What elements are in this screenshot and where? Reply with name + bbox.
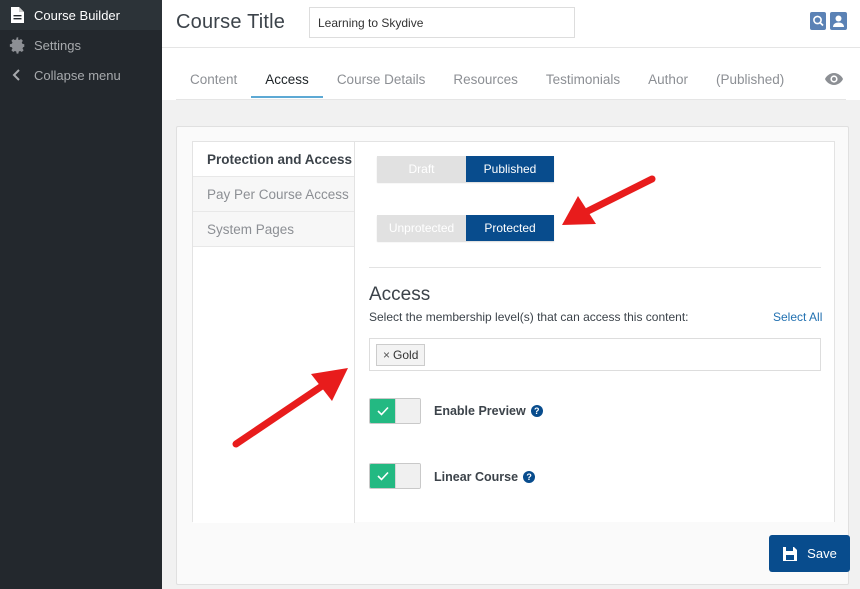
help-icon[interactable]: ?	[523, 471, 536, 483]
membership-tag-label: Gold	[393, 348, 419, 362]
tab-testimonials[interactable]: Testimonials	[532, 62, 634, 98]
tab-content[interactable]: Content	[176, 62, 251, 98]
protected-option[interactable]: Protected	[466, 215, 554, 241]
access-subnav: Protection and Access Pay Per Course Acc…	[193, 142, 355, 523]
remove-tag-icon[interactable]: ×	[383, 348, 390, 362]
save-label: Save	[807, 546, 837, 561]
enable-preview-label: Enable Preview ?	[434, 404, 543, 418]
section-divider	[369, 267, 821, 268]
course-title-input[interactable]	[309, 7, 575, 38]
subnav-pay-per-course-access[interactable]: Pay Per Course Access	[193, 177, 354, 212]
subnav-system-pages[interactable]: System Pages	[193, 212, 354, 247]
eye-icon[interactable]	[824, 72, 844, 91]
access-settings-card: Protection and Access Pay Per Course Acc…	[176, 126, 850, 585]
publish-status-toggle: Draft Published	[377, 156, 554, 182]
sidebar-item-settings[interactable]: Settings	[0, 30, 162, 60]
save-button[interactable]: Save	[769, 535, 850, 572]
tab-resources[interactable]: Resources	[439, 62, 532, 98]
sidebar-item-label: Settings	[34, 37, 81, 53]
page-title: Course Title	[176, 11, 286, 33]
subnav-protection-and-access[interactable]: Protection and Access	[193, 142, 354, 177]
tab-course-details[interactable]: Course Details	[323, 62, 440, 98]
main-area: Course Title Content Access Course Detai…	[162, 0, 860, 589]
select-all-link[interactable]: Select All	[773, 310, 822, 324]
linear-course-text: Linear Course	[434, 470, 519, 484]
tab-list: Content Access Course Details Resources …	[176, 62, 846, 100]
access-description: Select the membership level(s) that can …	[369, 310, 689, 324]
admin-sidebar: Course Builder Settings Collapse menu	[0, 0, 162, 589]
tab-author[interactable]: Author	[634, 62, 702, 98]
document-icon	[8, 6, 26, 24]
floppy-disk-icon	[783, 546, 798, 561]
published-option[interactable]: Published	[466, 156, 554, 182]
enable-preview-text: Enable Preview	[434, 404, 526, 418]
check-icon	[370, 399, 395, 423]
unprotected-option[interactable]: Unprotected	[377, 215, 466, 241]
membership-level-select[interactable]: × Gold	[369, 338, 821, 371]
toggle-knob	[395, 399, 420, 423]
help-icon[interactable]: ?	[530, 405, 543, 417]
tab-published-status[interactable]: (Published)	[702, 62, 798, 98]
course-tabs-bar: Content Access Course Details Resources …	[162, 48, 860, 100]
sidebar-item-label: Course Builder	[34, 7, 120, 23]
sidebar-item-label: Collapse menu	[34, 67, 121, 83]
protection-toggle: Unprotected Protected	[377, 215, 554, 241]
linear-course-toggle[interactable]	[369, 463, 421, 489]
collapse-menu-button[interactable]: Collapse menu	[0, 60, 162, 90]
user-profile-icon[interactable]	[830, 12, 847, 30]
linear-course-label: Linear Course ?	[434, 470, 536, 484]
draft-option[interactable]: Draft	[377, 156, 466, 182]
top-bar: Course Title	[162, 0, 860, 48]
search-icon[interactable]	[810, 12, 826, 30]
access-heading: Access	[369, 284, 431, 305]
enable-preview-toggle[interactable]	[369, 398, 421, 424]
chevron-left-icon	[8, 66, 26, 84]
toggle-knob	[395, 464, 420, 488]
tab-access[interactable]: Access	[251, 62, 323, 98]
settings-panel: Protection and Access Pay Per Course Acc…	[192, 141, 835, 523]
check-icon	[370, 464, 395, 488]
sidebar-item-course-builder[interactable]: Course Builder	[0, 0, 162, 30]
gear-icon	[8, 36, 26, 54]
membership-tag: × Gold	[376, 344, 426, 366]
